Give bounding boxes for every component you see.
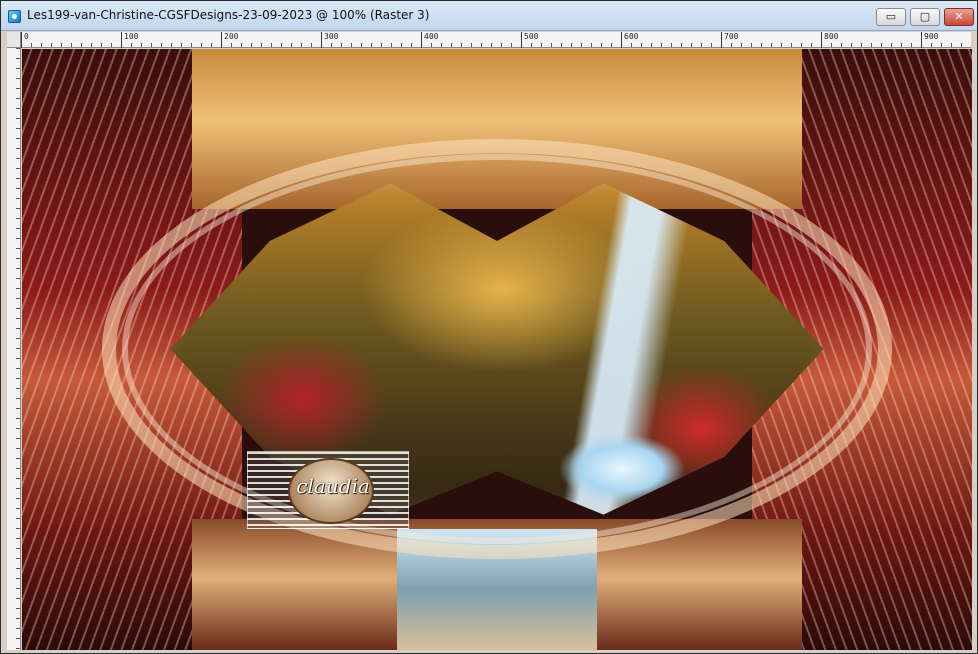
ruler-label: 800	[824, 32, 839, 41]
watermark-text: claudia	[296, 474, 370, 498]
ruler-tick	[421, 32, 422, 48]
ruler-tick	[821, 32, 822, 48]
ruler-tick	[521, 32, 522, 48]
ruler-tick	[21, 32, 22, 48]
minimize-button[interactable]: ▭	[876, 8, 906, 26]
image-window: Les199-van-Christine-CGSFDesigns-23-09-2…	[0, 0, 978, 654]
ruler-tick	[221, 32, 222, 48]
ruler-label: 400	[424, 32, 439, 41]
ruler-label: 200	[224, 32, 239, 41]
app-icon	[8, 10, 21, 23]
ruler-label: 500	[524, 32, 539, 41]
ruler-tick	[121, 32, 122, 48]
ruler-tick	[621, 32, 622, 48]
watermark-badge: claudia	[288, 458, 374, 524]
ruler-label: 100	[124, 32, 139, 41]
window-title: Les199-van-Christine-CGSFDesigns-23-09-2…	[27, 8, 430, 22]
ruler-label: 700	[724, 32, 739, 41]
ruler-label: 0	[24, 32, 29, 41]
ruler-tick	[921, 32, 922, 48]
horizontal-ruler: 0 100 200 300 400 500 600 700 800 900	[21, 32, 971, 48]
maximize-button[interactable]: ▢	[910, 8, 940, 26]
ruler-label: 300	[324, 32, 339, 41]
close-button[interactable]: ✕	[944, 8, 974, 26]
watermark-logo: claudia	[247, 451, 409, 529]
title-bar[interactable]: Les199-van-Christine-CGSFDesigns-23-09-2…	[1, 1, 977, 31]
image-canvas[interactable]: claudia	[22, 49, 972, 650]
vertical-ruler	[7, 48, 21, 650]
ruler-label: 900	[924, 32, 939, 41]
ruler-tick	[721, 32, 722, 48]
ruler-corner	[7, 32, 21, 48]
ruler-tick	[321, 32, 322, 48]
ruler-label: 600	[624, 32, 639, 41]
